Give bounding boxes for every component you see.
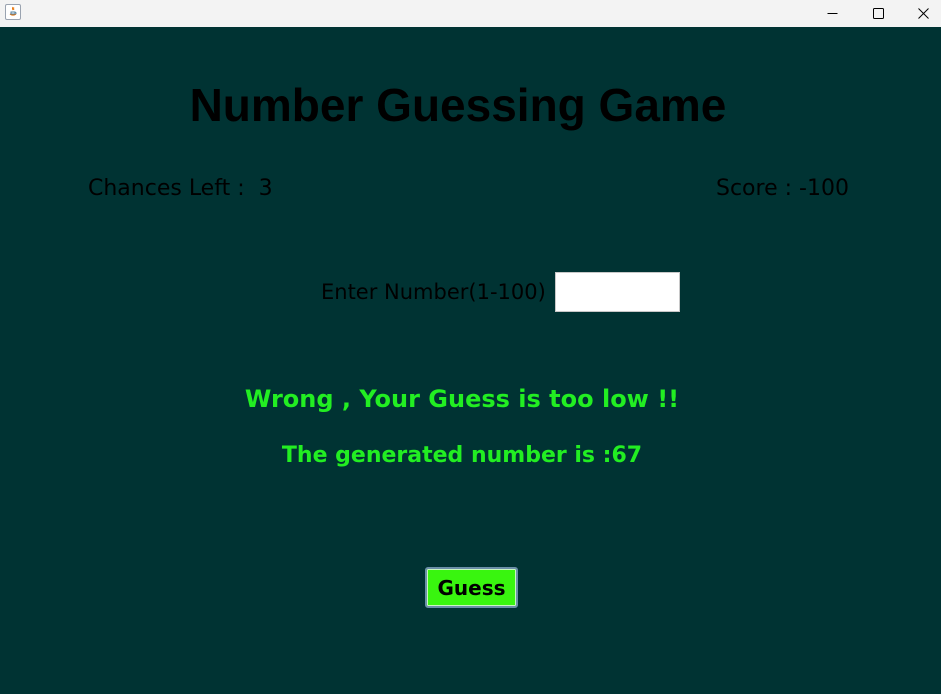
java-icon (5, 4, 21, 20)
minimize-icon (827, 4, 838, 23)
generated-number-message: The generated number is :67 (281, 443, 643, 468)
guess-button[interactable]: Guess (425, 567, 518, 608)
chances-left-label: Chances Left : 3 (88, 176, 273, 201)
result-message: Wrong , Your Guess is too low !! (244, 385, 680, 413)
close-icon (917, 4, 929, 23)
maximize-icon (872, 4, 884, 23)
enter-number-label: Enter Number(1-100) (321, 280, 546, 304)
maximize-button[interactable] (855, 0, 901, 27)
close-button[interactable] (900, 0, 941, 27)
title-bar (0, 0, 941, 27)
number-input[interactable] (555, 272, 680, 312)
app-window: Number Guessing Game Chances Left : 3 Sc… (0, 0, 941, 694)
score-label: Score : -100 (716, 176, 849, 201)
minimize-button[interactable] (809, 0, 855, 27)
game-title: Number Guessing Game (189, 79, 727, 131)
